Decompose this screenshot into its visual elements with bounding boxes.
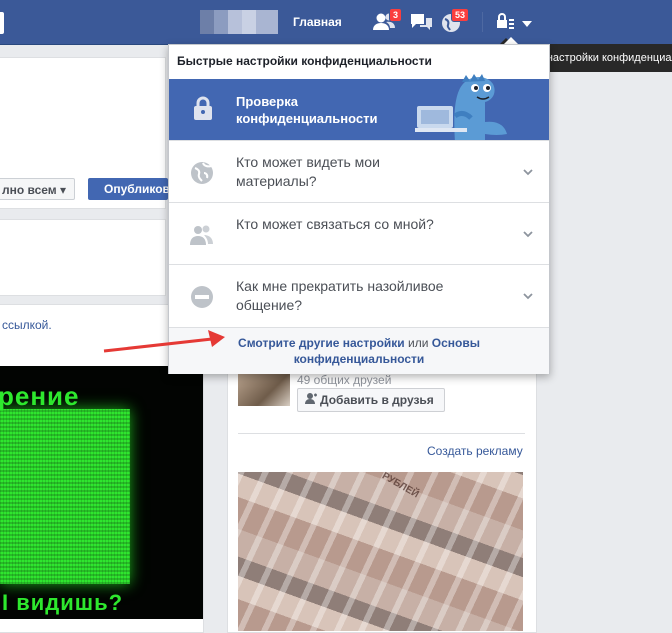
chevron-down-icon <box>523 169 533 176</box>
chevron-down-icon <box>523 293 533 300</box>
notifications-button[interactable]: 53 <box>440 8 470 34</box>
globe-icon <box>191 162 213 184</box>
privacy-dinosaur-icon <box>415 74 507 142</box>
lock-icon <box>194 96 212 120</box>
mutual-friends-count[interactable]: 49 общих друзей <box>297 373 391 387</box>
privacy-checkup-title: Проверка конфиденциальности <box>236 94 378 126</box>
messages-button[interactable] <box>408 10 434 34</box>
add-friend-button[interactable]: Добавить в друзья <box>297 388 445 412</box>
add-friend-icon <box>305 392 317 407</box>
suggested-friend-photo[interactable] <box>238 374 290 406</box>
option-label: Кто может связаться со мной? <box>236 216 434 232</box>
publish-button[interactable]: Опубликовать <box>88 178 168 200</box>
see-more-settings-link[interactable]: Смотрите другие настройки <box>238 336 405 350</box>
privacy-option-who-can-contact[interactable]: Кто может связаться со мной? <box>169 202 549 265</box>
footer-conjunction: или <box>404 336 432 350</box>
post-text-link[interactable]: ссылкой. <box>2 318 52 332</box>
privacy-shortcuts-button[interactable] <box>494 10 538 34</box>
profile-avatar-blurred[interactable] <box>200 10 278 34</box>
home-link[interactable]: Главная <box>293 15 342 29</box>
option-label: Как мне прекратить назойливое общение? <box>236 278 444 313</box>
privacy-option-block[interactable]: Как мне прекратить назойливое общение? <box>169 264 549 327</box>
privacy-lock-icon <box>497 13 532 29</box>
dropdown-title: Быстрые настройки конфиденциальности <box>177 54 432 68</box>
ad-image-banknotes[interactable] <box>238 472 523 631</box>
sidebar-divider <box>238 433 525 434</box>
chevron-down-icon <box>522 21 532 27</box>
search-input[interactable] <box>0 12 4 34</box>
option-label: Кто может видеть мои материалы? <box>236 154 380 189</box>
notifications-badge: 53 <box>451 8 470 22</box>
annotation-arrow-icon <box>103 330 225 353</box>
people-icon <box>190 225 213 245</box>
privacy-option-who-can-see[interactable]: Кто может видеть мои материалы? <box>169 140 549 203</box>
audience-selector-button[interactable]: лно всем ▾ <box>0 178 75 200</box>
messages-icon <box>411 14 432 30</box>
story-card <box>0 219 166 296</box>
friend-requests-badge: 3 <box>389 8 403 22</box>
video-overlay-text-bottom: I видишь? <box>2 590 124 615</box>
block-icon <box>191 286 213 308</box>
video-overlay-text-top: рение <box>0 381 80 411</box>
chevron-down-icon <box>523 231 533 238</box>
create-ad-link[interactable]: Создать рекламу <box>427 444 523 458</box>
toolbar-divider <box>482 12 483 32</box>
dropdown-caret <box>504 37 518 44</box>
video-green-screen <box>0 409 130 584</box>
friend-requests-button[interactable]: 3 <box>372 8 403 34</box>
